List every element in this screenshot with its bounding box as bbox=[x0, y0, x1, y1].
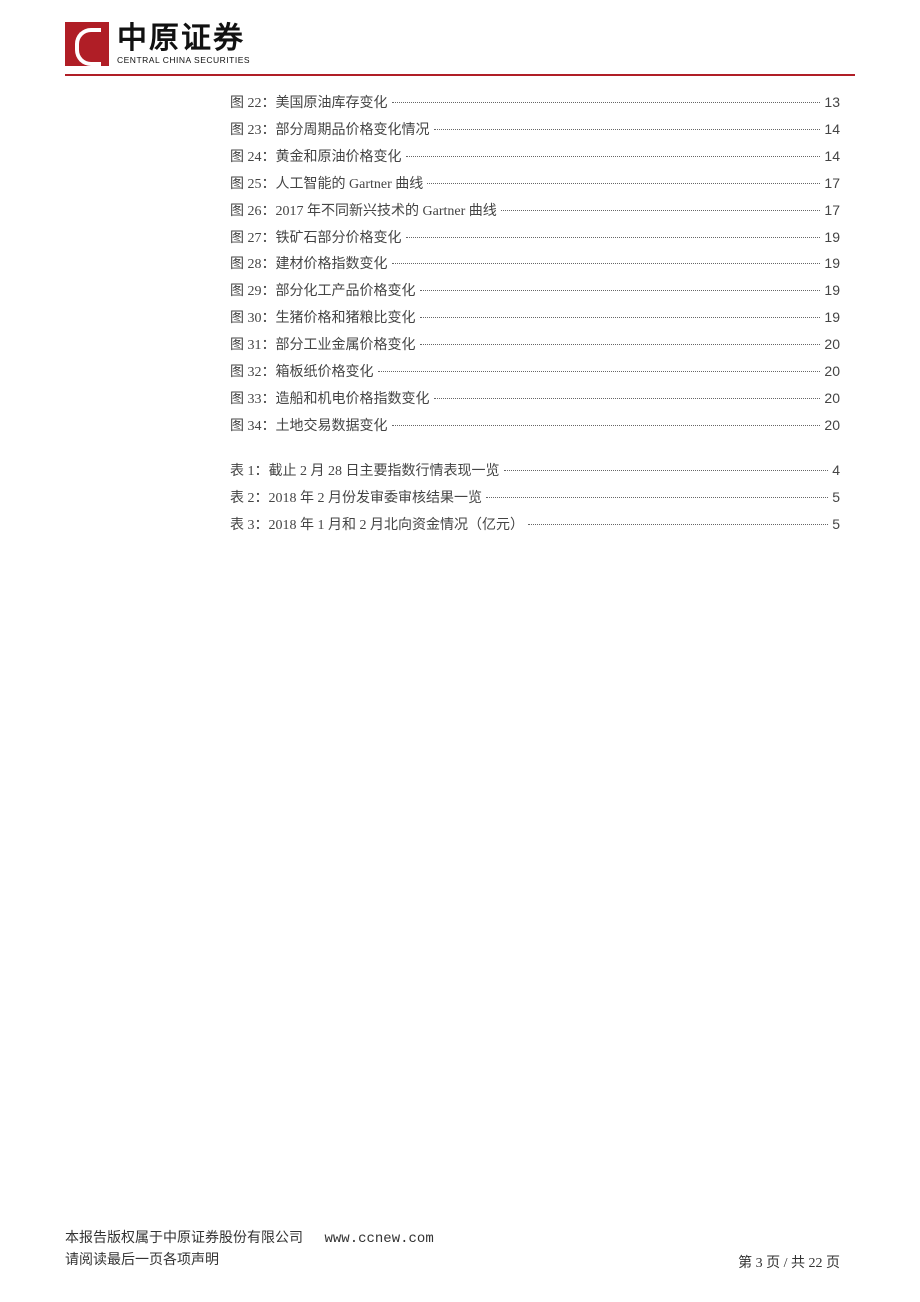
toc-leader-dots bbox=[434, 129, 821, 130]
figure-toc-row: 图 31：部分工业金属价格变化 20 bbox=[230, 332, 840, 359]
toc-leader-dots bbox=[427, 183, 820, 184]
company-name-cn: 中原证券 bbox=[117, 24, 250, 54]
table-toc-page: 4 bbox=[832, 458, 840, 483]
table-toc-page: 5 bbox=[832, 512, 840, 537]
figure-toc-row: 图 32：箱板纸价格变化 20 bbox=[230, 359, 840, 386]
figure-toc-label: 图 33：造船和机电价格指数变化 bbox=[230, 388, 430, 413]
figure-toc-row: 图 24：黄金和原油价格变化 14 bbox=[230, 144, 840, 171]
toc-leader-dots bbox=[434, 398, 821, 399]
company-name-en: CENTRAL CHINA SECURITIES bbox=[117, 56, 250, 65]
figure-toc-page: 20 bbox=[824, 332, 840, 357]
figure-toc-label: 图 34：土地交易数据变化 bbox=[230, 415, 388, 440]
figure-toc-row: 图 28：建材价格指数变化 19 bbox=[230, 251, 840, 278]
toc-leader-dots bbox=[406, 156, 821, 157]
table-toc-row: 表 3：2018 年 1 月和 2 月北向资金情况（亿元） 5 bbox=[230, 512, 840, 539]
toc-leader-dots bbox=[504, 470, 829, 471]
header-divider bbox=[65, 74, 855, 76]
table-of-contents: 图 22：美国原油库存变化13图 23：部分周期品价格变化情况14图 24：黄金… bbox=[230, 90, 840, 539]
table-toc-page: 5 bbox=[832, 485, 840, 510]
footer: 本报告版权属于中原证券股份有限公司 www.ccnew.com 请阅读最后一页各… bbox=[0, 1228, 920, 1272]
table-toc-row: 表 2：2018 年 2 月份发审委审核结果一览 5 bbox=[230, 485, 840, 512]
table-toc-label: 表 1：截止 2 月 28 日主要指数行情表现一览 bbox=[230, 460, 500, 485]
figure-toc-page: 13 bbox=[824, 90, 840, 115]
figure-toc-row: 图 26：2017 年不同新兴技术的 Gartner 曲线 17 bbox=[230, 198, 840, 225]
figure-toc-row: 图 25：人工智能的 Gartner 曲线 17 bbox=[230, 171, 840, 198]
figure-toc-label: 图 25：人工智能的 Gartner 曲线 bbox=[230, 173, 423, 198]
table-toc-label: 表 2：2018 年 2 月份发审委审核结果一览 bbox=[230, 487, 482, 512]
figure-toc-page: 19 bbox=[824, 251, 840, 276]
figure-toc-page: 19 bbox=[824, 278, 840, 303]
figure-toc-label: 图 22：美国原油库存变化 bbox=[230, 92, 388, 117]
company-logo-text: 中原证券 CENTRAL CHINA SECURITIES bbox=[117, 24, 250, 65]
figure-toc-label: 图 30：生猪价格和猪粮比变化 bbox=[230, 307, 416, 332]
figure-toc-row: 图 27：铁矿石部分价格变化 19 bbox=[230, 225, 840, 252]
figure-toc-page: 19 bbox=[824, 225, 840, 250]
footer-left: 本报告版权属于中原证券股份有限公司 www.ccnew.com 请阅读最后一页各… bbox=[65, 1228, 434, 1272]
company-logo-icon bbox=[65, 22, 109, 66]
figure-toc-row: 图 29：部分化工产品价格变化 19 bbox=[230, 278, 840, 305]
figure-toc-row: 图 33：造船和机电价格指数变化 20 bbox=[230, 386, 840, 413]
toc-leader-dots bbox=[378, 371, 821, 372]
toc-leader-dots bbox=[420, 344, 821, 345]
page-number: 第 3 页 / 共 22 页 bbox=[738, 1252, 840, 1272]
figure-toc-label: 图 29：部分化工产品价格变化 bbox=[230, 280, 416, 305]
figure-toc-page: 17 bbox=[824, 198, 840, 223]
figure-toc-page: 20 bbox=[824, 413, 840, 438]
figure-toc-label: 图 27：铁矿石部分价格变化 bbox=[230, 227, 402, 252]
figure-toc-row: 图 23：部分周期品价格变化情况 14 bbox=[230, 117, 840, 144]
toc-leader-dots bbox=[528, 524, 828, 525]
toc-leader-dots bbox=[420, 317, 821, 318]
figure-toc-page: 19 bbox=[824, 305, 840, 330]
figure-toc-page: 14 bbox=[824, 144, 840, 169]
figure-toc-row: 图 30：生猪价格和猪粮比变化 19 bbox=[230, 305, 840, 332]
toc-leader-dots bbox=[486, 497, 828, 498]
figure-toc-page: 17 bbox=[824, 171, 840, 196]
figure-toc-page: 14 bbox=[824, 117, 840, 142]
figure-toc-label: 图 26：2017 年不同新兴技术的 Gartner 曲线 bbox=[230, 200, 497, 225]
disclaimer-text: 请阅读最后一页各项声明 bbox=[65, 1250, 434, 1272]
figure-toc-label: 图 24：黄金和原油价格变化 bbox=[230, 146, 402, 171]
figure-toc-label: 图 28：建材价格指数变化 bbox=[230, 253, 388, 278]
figure-toc-row: 图 22：美国原油库存变化 13 bbox=[230, 90, 840, 117]
figure-toc-label: 图 31：部分工业金属价格变化 bbox=[230, 334, 416, 359]
toc-leader-dots bbox=[392, 263, 821, 264]
toc-leader-dots bbox=[406, 237, 821, 238]
toc-leader-dots bbox=[420, 290, 821, 291]
table-toc-row: 表 1：截止 2 月 28 日主要指数行情表现一览 4 bbox=[230, 458, 840, 485]
figure-toc-page: 20 bbox=[824, 359, 840, 384]
figure-toc-row: 图 34：土地交易数据变化 20 bbox=[230, 413, 840, 440]
table-toc-label: 表 3：2018 年 1 月和 2 月北向资金情况（亿元） bbox=[230, 514, 524, 539]
header: 中原证券 CENTRAL CHINA SECURITIES bbox=[0, 0, 920, 66]
figure-toc-page: 20 bbox=[824, 386, 840, 411]
toc-leader-dots bbox=[392, 425, 821, 426]
figure-toc-label: 图 32：箱板纸价格变化 bbox=[230, 361, 374, 386]
toc-leader-dots bbox=[501, 210, 821, 211]
company-url: www.ccnew.com bbox=[325, 1231, 434, 1247]
toc-leader-dots bbox=[392, 102, 821, 103]
copyright-text: 本报告版权属于中原证券股份有限公司 bbox=[65, 1231, 303, 1246]
figure-toc-label: 图 23：部分周期品价格变化情况 bbox=[230, 119, 430, 144]
